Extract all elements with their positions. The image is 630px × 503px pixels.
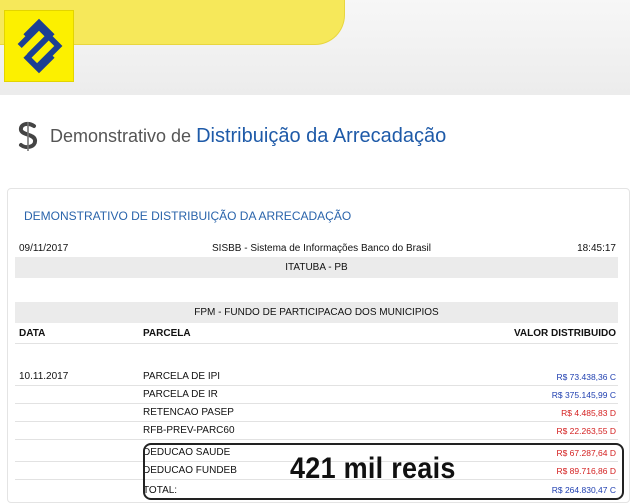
report-date: 09/11/2017 (19, 242, 69, 254)
row-valor: R$ 67.287,64 D (556, 447, 616, 458)
row-parcela: PARCELA DE IPI (143, 371, 221, 382)
report-heading: DEMONSTRATIVO DE DISTRIBUIÇÃO DA ARRECAD… (24, 209, 352, 223)
table-row: RFB-PREV-PARC60 R$ 22.263,55 D (15, 422, 618, 440)
col-header-data: DATA (19, 328, 46, 339)
row-parcela: RETENCAO PASEP (143, 407, 234, 418)
table-row: 10.11.2017 PARCELA DE IPI R$ 73.438,36 C (15, 368, 618, 386)
row-valor: R$ 375.145,99 C (551, 389, 616, 400)
annotation-caption: 421 mil reais (290, 452, 456, 485)
row-parcela: DEDUCAO SAUDE (143, 447, 231, 458)
row-parcela: PARCELA DE IR (143, 389, 218, 400)
row-valor: R$ 22.263,55 D (556, 425, 616, 436)
page-title-main: Distribuição da Arrecadação (196, 124, 447, 147)
col-header-parcela: PARCELA (143, 328, 191, 339)
page-title: Demonstrativo de Distribuição da Arrecad… (12, 116, 446, 156)
col-header-valor: VALOR DISTRIBUIDO (513, 328, 616, 339)
row-parcela: RFB-PREV-PARC60 (143, 425, 235, 436)
row-date: 10.11.2017 (19, 371, 69, 382)
row-valor: R$ 264.830,47 C (551, 485, 616, 495)
row-valor: R$ 4.485,83 D (561, 407, 616, 418)
row-valor: R$ 73.438,36 C (556, 371, 616, 382)
dollar-s-icon (18, 121, 38, 151)
report-system: SISBB - Sistema de Informações Banco do … (212, 242, 431, 254)
row-parcela: DEDUCAO FUNDEB (143, 465, 237, 476)
row-valor: R$ 89.716,86 D (556, 465, 616, 476)
table-row: PARCELA DE IR R$ 375.145,99 C (15, 386, 618, 404)
municipality-bar: ITATUBA - PB (15, 257, 618, 278)
table-header: DATA PARCELA VALOR DISTRIBUIDO (15, 324, 618, 344)
row-parcela: TOTAL: (143, 484, 178, 496)
report-time: 18:45:17 (577, 242, 616, 254)
bank-logo-icon[interactable] (4, 10, 74, 82)
municipality-name: ITATUBA - PB (285, 262, 348, 273)
fund-name: FPM - FUNDO DE PARTICIPACAO DOS MUNICIPI… (194, 307, 439, 318)
table-row: RETENCAO PASEP R$ 4.485,83 D (15, 404, 618, 422)
fund-bar: FPM - FUNDO DE PARTICIPACAO DOS MUNICIPI… (15, 302, 618, 323)
report-meta-row: 09/11/2017 SISBB - Sistema de Informaçõe… (15, 240, 618, 256)
page-title-prefix: Demonstrativo de (50, 125, 192, 146)
